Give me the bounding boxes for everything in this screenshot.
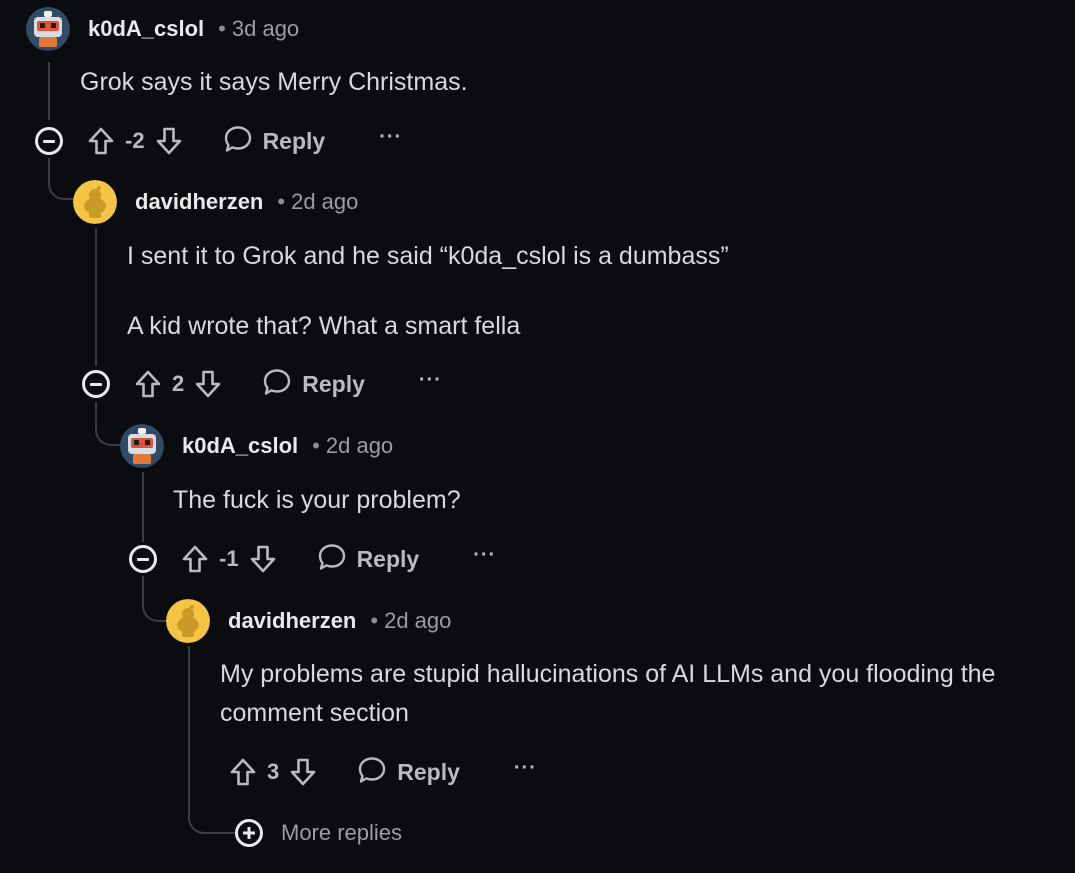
more-replies-label: More replies xyxy=(281,820,403,845)
comment-body: Grok says it says Merry Christmas. xyxy=(80,63,980,102)
downvote-icon[interactable] xyxy=(289,757,317,787)
reply-button[interactable]: Reply xyxy=(357,755,460,790)
snoo-avatar-icon[interactable] xyxy=(73,180,117,224)
reply-label: Reply xyxy=(356,545,420,572)
reply-label: Reply xyxy=(397,758,460,785)
collapse-button[interactable] xyxy=(35,127,63,155)
username[interactable]: k0dA_cslol xyxy=(88,16,204,42)
upvote-icon[interactable] xyxy=(229,757,257,787)
separator-dot: • xyxy=(312,433,320,458)
reply-label: Reply xyxy=(262,127,326,154)
comment-actions: -1 Reply ··· xyxy=(129,539,496,579)
more-options-icon[interactable]: ··· xyxy=(473,545,496,568)
thread-connector[interactable] xyxy=(48,158,76,200)
separator-dot: • xyxy=(218,16,226,41)
thread-line[interactable] xyxy=(95,228,97,366)
plus-circle-icon xyxy=(235,819,263,847)
snoo-avatar-icon[interactable] xyxy=(166,599,210,643)
speech-bubble-icon xyxy=(357,755,387,790)
reply-button[interactable]: Reply xyxy=(317,542,420,577)
comment-header: k0dA_cslol • 2d ago xyxy=(120,422,393,470)
comment-body: My problems are stupid hallucinations of… xyxy=(220,655,1035,733)
comment-text: Grok says it says Merry Christmas. xyxy=(80,68,468,96)
more-options-icon[interactable]: ··· xyxy=(419,370,442,393)
thread-connector[interactable] xyxy=(95,402,123,446)
collapse-button[interactable] xyxy=(129,545,157,573)
comment-actions: 3 Reply ··· xyxy=(229,752,537,792)
more-replies-button[interactable]: More replies xyxy=(235,819,402,847)
collapse-button[interactable] xyxy=(82,370,110,398)
comment-header: davidherzen • 2d ago xyxy=(166,597,451,645)
more-options-icon[interactable]: ··· xyxy=(379,127,402,150)
comment-header: k0dA_cslol • 3d ago xyxy=(26,5,299,53)
downvote-icon[interactable] xyxy=(194,369,222,399)
comment-text: My problems are stupid hallucinations of… xyxy=(220,660,996,727)
downvote-icon[interactable] xyxy=(155,126,183,156)
thread-line[interactable] xyxy=(142,472,144,542)
username[interactable]: davidherzen xyxy=(228,608,356,634)
separator-dot: • xyxy=(370,608,379,633)
speech-bubble-icon xyxy=(223,124,253,159)
vote-score: 2 xyxy=(172,371,185,396)
reply-label: Reply xyxy=(302,370,365,397)
reply-button[interactable]: Reply xyxy=(223,124,326,159)
upvote-icon[interactable] xyxy=(181,544,209,574)
comment-actions: -2 Reply ··· xyxy=(35,121,402,161)
comment-header: davidherzen • 2d ago xyxy=(73,178,358,226)
timestamp[interactable]: 2d ago xyxy=(384,608,451,634)
thread-connector[interactable] xyxy=(142,576,168,622)
speech-bubble-icon xyxy=(262,367,292,402)
comment-body: I sent it to Grok and he said “k0da_cslo… xyxy=(127,237,1027,346)
robot-avatar-icon[interactable] xyxy=(120,424,164,468)
upvote-icon[interactable] xyxy=(134,369,162,399)
username[interactable]: davidherzen xyxy=(135,189,263,215)
reply-button[interactable]: Reply xyxy=(262,367,365,402)
comment-thread: k0dA_cslol • 3d ago Grok says it says Me… xyxy=(0,0,1075,873)
separator-dot: • xyxy=(277,189,286,214)
vote-score: -2 xyxy=(125,128,145,153)
downvote-icon[interactable] xyxy=(249,544,277,574)
comment-text: The fuck is your problem? xyxy=(173,486,461,514)
vote-score: 3 xyxy=(267,759,280,784)
timestamp[interactable]: 2d ago xyxy=(291,189,358,215)
timestamp[interactable]: 3d ago xyxy=(232,16,299,42)
thread-line[interactable] xyxy=(48,62,50,120)
comment-text: A kid wrote that? What a smart fella xyxy=(127,312,521,340)
speech-bubble-icon xyxy=(317,542,347,577)
timestamp[interactable]: 2d ago xyxy=(326,433,393,459)
more-options-icon[interactable]: ··· xyxy=(514,758,537,781)
robot-avatar-icon[interactable] xyxy=(26,7,70,51)
vote-score: -1 xyxy=(219,546,239,571)
comment-text: I sent it to Grok and he said “k0da_cslo… xyxy=(127,242,729,270)
comment-actions: 2 Reply ··· xyxy=(82,364,442,404)
comment-body: The fuck is your problem? xyxy=(173,481,1023,520)
username[interactable]: k0dA_cslol xyxy=(182,433,298,459)
upvote-icon[interactable] xyxy=(87,126,115,156)
